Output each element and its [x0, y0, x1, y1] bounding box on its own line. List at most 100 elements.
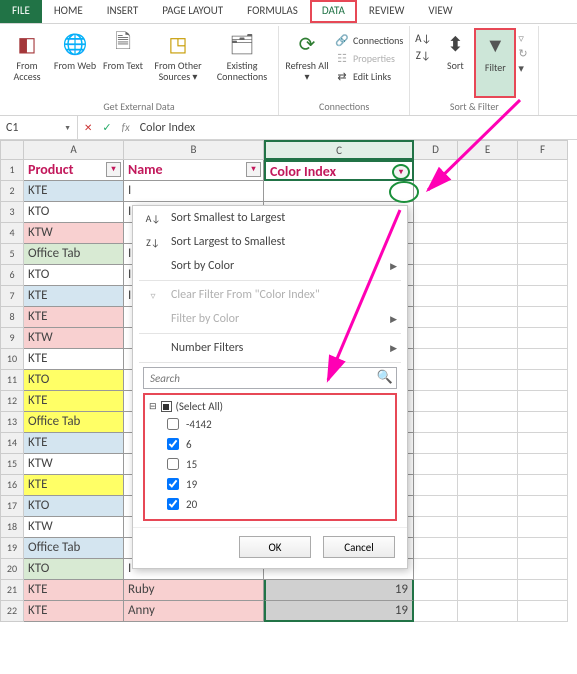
cell[interactable] — [458, 391, 518, 412]
from-web-button[interactable]: 🌐 From Web — [52, 28, 98, 98]
checkbox[interactable] — [167, 418, 179, 430]
cell[interactable] — [518, 517, 568, 538]
cell[interactable] — [458, 265, 518, 286]
tab-page-layout[interactable]: PAGE LAYOUT — [150, 0, 235, 23]
cell[interactable] — [518, 370, 568, 391]
checkbox[interactable] — [167, 458, 179, 470]
cell[interactable] — [458, 559, 518, 580]
cell[interactable]: KTO — [24, 496, 124, 517]
cell[interactable]: KTW — [24, 328, 124, 349]
filter-dropdown-icon[interactable]: ▾ — [246, 162, 261, 177]
cell[interactable] — [414, 202, 458, 223]
cell[interactable] — [518, 286, 568, 307]
row-header[interactable]: 10 — [0, 349, 24, 370]
ok-button[interactable]: OK — [239, 536, 311, 558]
row-header[interactable]: 11 — [0, 370, 24, 391]
row-header[interactable]: 12 — [0, 391, 24, 412]
cell[interactable] — [458, 223, 518, 244]
cell[interactable] — [518, 475, 568, 496]
tab-insert[interactable]: INSERT — [95, 0, 151, 23]
clear-filter-icon[interactable]: ▿ — [518, 32, 534, 45]
cell[interactable] — [458, 328, 518, 349]
row-header[interactable]: 8 — [0, 307, 24, 328]
cell[interactable]: KTO — [24, 559, 124, 580]
row-header[interactable]: 15 — [0, 454, 24, 475]
cell[interactable] — [458, 307, 518, 328]
col-header-d[interactable]: D — [414, 140, 458, 160]
sort-button[interactable]: ⬍ Sort — [438, 28, 472, 98]
cell[interactable] — [458, 601, 518, 622]
cell[interactable] — [414, 328, 458, 349]
cell[interactable] — [414, 454, 458, 475]
properties-button[interactable]: ☷Properties — [333, 50, 405, 66]
cell[interactable] — [414, 475, 458, 496]
cell[interactable]: 19 — [264, 601, 414, 622]
cell[interactable]: KTO — [24, 370, 124, 391]
cell[interactable] — [414, 433, 458, 454]
cell[interactable] — [518, 391, 568, 412]
cell[interactable] — [414, 538, 458, 559]
cell[interactable] — [518, 265, 568, 286]
row-header[interactable]: 20 — [0, 559, 24, 580]
filter-dropdown-icon[interactable]: ▾ — [392, 164, 410, 180]
sort-largest-smallest[interactable]: Z↓Sort Largest to Smallest — [133, 230, 407, 254]
fx-icon[interactable]: fx — [122, 121, 130, 134]
reapply-icon[interactable]: ↻ — [518, 47, 534, 60]
filter-select-all[interactable]: ⊟ (Select All) — [149, 399, 391, 414]
col-header-e[interactable]: E — [458, 140, 518, 160]
cell[interactable]: KTE — [24, 580, 124, 601]
cell[interactable] — [414, 244, 458, 265]
header-cell[interactable]: Product▾ — [24, 160, 124, 181]
cell[interactable] — [518, 454, 568, 475]
col-header-f[interactable]: F — [518, 140, 568, 160]
filter-search-input[interactable] — [143, 367, 397, 389]
cell[interactable] — [458, 454, 518, 475]
formula-input[interactable]: Color Index — [140, 121, 195, 135]
existing-connections-button[interactable]: 🗂 Existing Connections — [210, 28, 274, 98]
row-header[interactable]: 13 — [0, 412, 24, 433]
cell[interactable] — [458, 160, 518, 181]
cell[interactable]: KTO — [24, 202, 124, 223]
cell[interactable]: KTE — [24, 475, 124, 496]
row-header[interactable]: 5 — [0, 244, 24, 265]
cell[interactable] — [414, 160, 458, 181]
tab-home[interactable]: HOME — [42, 0, 95, 23]
tab-formulas[interactable]: FORMULAS — [235, 0, 310, 23]
checkbox[interactable] — [167, 478, 179, 490]
cell[interactable] — [458, 181, 518, 202]
cell[interactable] — [518, 349, 568, 370]
cell[interactable] — [414, 307, 458, 328]
cell[interactable] — [518, 496, 568, 517]
cell[interactable] — [414, 517, 458, 538]
refresh-all-button[interactable]: ⟳ Refresh All ▾ — [283, 28, 331, 98]
filter-dropdown-icon[interactable]: ▾ — [106, 162, 121, 177]
cell[interactable] — [458, 433, 518, 454]
col-header-a[interactable]: A — [24, 140, 124, 160]
filter-item[interactable]: 15 — [149, 454, 391, 474]
col-header-b[interactable]: B — [124, 140, 264, 160]
checkbox[interactable] — [167, 438, 179, 450]
tab-file[interactable]: FILE — [0, 0, 42, 23]
cell[interactable] — [518, 328, 568, 349]
cell[interactable] — [518, 160, 568, 181]
cell[interactable] — [518, 307, 568, 328]
cell[interactable]: KTW — [24, 517, 124, 538]
cell[interactable] — [518, 433, 568, 454]
cell[interactable] — [414, 265, 458, 286]
cell[interactable]: Office Tab — [24, 244, 124, 265]
cell[interactable] — [518, 223, 568, 244]
cell[interactable]: KTE — [24, 433, 124, 454]
sort-smallest-largest[interactable]: A↓Sort Smallest to Largest — [133, 206, 407, 230]
cell[interactable]: KTE — [24, 391, 124, 412]
cell[interactable] — [458, 475, 518, 496]
row-header[interactable]: 2 — [0, 181, 24, 202]
advanced-icon[interactable]: ▾ — [518, 62, 534, 75]
tab-view[interactable]: VIEW — [416, 0, 464, 23]
select-all-corner[interactable] — [0, 140, 24, 160]
row-header[interactable]: 17 — [0, 496, 24, 517]
cancel-formula-icon[interactable]: ✕ — [84, 121, 92, 134]
edit-links-button[interactable]: ⇄Edit Links — [333, 68, 405, 84]
name-box[interactable]: C1 ▼ — [0, 116, 78, 139]
cell[interactable]: KTE — [24, 307, 124, 328]
row-header[interactable]: 9 — [0, 328, 24, 349]
